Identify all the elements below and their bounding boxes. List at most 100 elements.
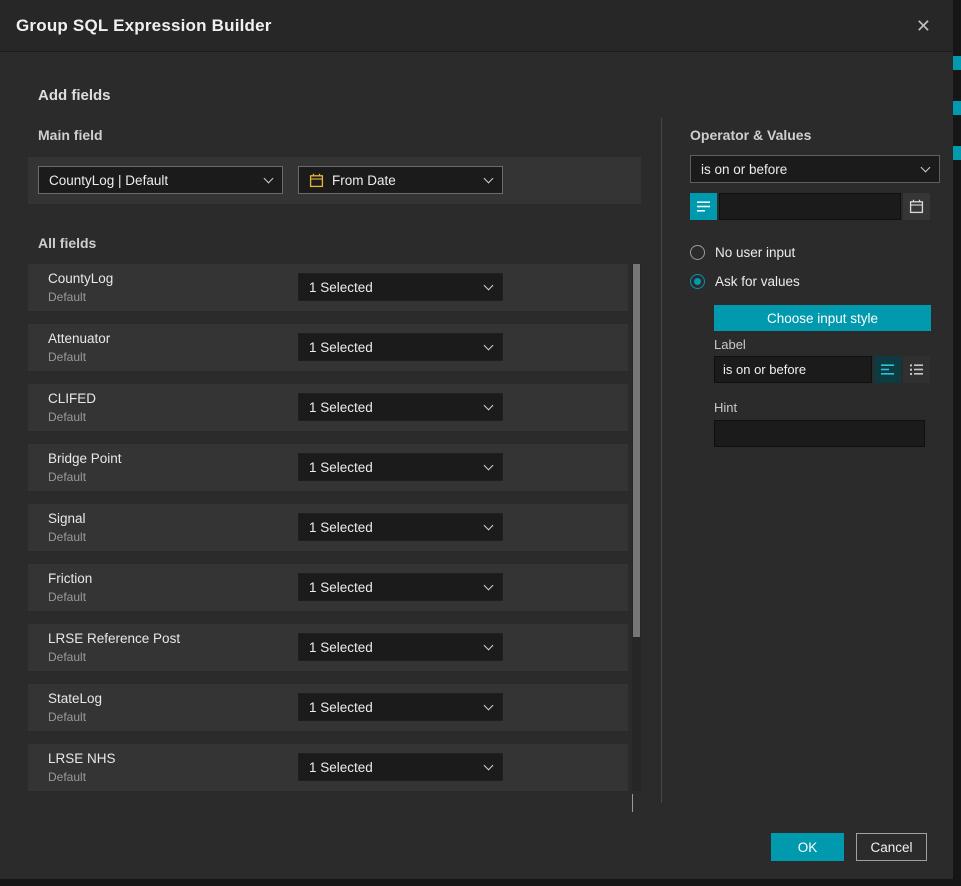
date-picker-button[interactable] bbox=[903, 193, 930, 220]
label-input[interactable] bbox=[714, 356, 872, 383]
dropdown-value: 1 Selected bbox=[309, 460, 373, 475]
operator-values-heading: Operator & Values bbox=[690, 127, 811, 143]
field-row: Friction Default 1 Selected bbox=[28, 564, 628, 611]
field-name: LRSE Reference Post bbox=[48, 631, 180, 646]
field-sublabel: Default bbox=[48, 650, 86, 664]
chevron-down-icon bbox=[921, 162, 931, 172]
field-values-dropdown[interactable]: 1 Selected bbox=[298, 573, 503, 601]
field-name: Attenuator bbox=[48, 331, 110, 346]
field-name: Friction bbox=[48, 571, 92, 586]
radio-selected-icon[interactable] bbox=[690, 274, 705, 289]
dropdown-value: 1 Selected bbox=[309, 760, 373, 775]
scroll-down-icon[interactable] bbox=[632, 794, 642, 804]
ok-button[interactable]: OK bbox=[771, 833, 844, 861]
dialog-title: Group SQL Expression Builder bbox=[16, 16, 272, 36]
hint-caption: Hint bbox=[714, 400, 737, 415]
add-fields-heading: Add fields bbox=[38, 87, 111, 104]
field-name: Signal bbox=[48, 511, 86, 526]
dropdown-value: 1 Selected bbox=[309, 640, 373, 655]
multi-line-input-button[interactable] bbox=[903, 356, 930, 383]
field-sublabel: Default bbox=[48, 770, 86, 784]
field-values-dropdown[interactable]: 1 Selected bbox=[298, 333, 503, 361]
dropdown-value: 1 Selected bbox=[309, 580, 373, 595]
layer-dropdown-value: CountyLog | Default bbox=[49, 173, 168, 188]
chevron-down-icon bbox=[484, 640, 494, 650]
all-fields-list: CountyLog Default 1 Selected Attenuator … bbox=[28, 264, 628, 804]
scrollbar-thumb[interactable] bbox=[633, 264, 640, 637]
operator-dropdown[interactable]: is on or before bbox=[690, 155, 940, 183]
chevron-down-icon bbox=[484, 400, 494, 410]
choose-input-style-button[interactable]: Choose input style bbox=[714, 305, 931, 331]
field-sublabel: Default bbox=[48, 410, 86, 424]
field-row: Bridge Point Default 1 Selected bbox=[28, 444, 628, 491]
chevron-down-icon bbox=[484, 700, 494, 710]
main-field-dropdown[interactable]: From Date bbox=[298, 166, 503, 194]
column-divider bbox=[661, 118, 662, 803]
field-row: LRSE NHS Default 1 Selected bbox=[28, 744, 628, 791]
main-field-label: Main field bbox=[38, 127, 103, 143]
label-input-row bbox=[714, 356, 930, 383]
list-bullets-icon bbox=[909, 363, 924, 376]
chevron-down-icon bbox=[264, 173, 274, 183]
field-row: Signal Default 1 Selected bbox=[28, 504, 628, 551]
calendar-icon bbox=[909, 199, 924, 214]
field-name: Bridge Point bbox=[48, 451, 122, 466]
chevron-down-icon bbox=[484, 580, 494, 590]
operator-dropdown-value: is on or before bbox=[701, 162, 787, 177]
all-fields-label: All fields bbox=[38, 235, 96, 251]
ask-for-values-label: Ask for values bbox=[715, 274, 800, 289]
ask-for-values-option[interactable]: Ask for values bbox=[690, 274, 800, 289]
chevron-down-icon bbox=[484, 340, 494, 350]
field-name: CLIFED bbox=[48, 391, 96, 406]
background-accent-mark bbox=[953, 56, 961, 70]
no-user-input-option[interactable]: No user input bbox=[690, 245, 795, 260]
field-name: LRSE NHS bbox=[48, 751, 116, 766]
dropdown-value: 1 Selected bbox=[309, 340, 373, 355]
value-list-button[interactable] bbox=[690, 193, 717, 220]
chevron-down-icon bbox=[484, 760, 494, 770]
dropdown-value: 1 Selected bbox=[309, 400, 373, 415]
align-left-icon bbox=[880, 363, 895, 376]
field-values-dropdown[interactable]: 1 Selected bbox=[298, 633, 503, 661]
background-app-edge bbox=[953, 0, 961, 886]
list-scrollbar[interactable] bbox=[632, 264, 641, 791]
main-field-dropdown-value: From Date bbox=[332, 173, 396, 188]
list-icon bbox=[696, 200, 711, 213]
radio-unselected-icon[interactable] bbox=[690, 245, 705, 260]
field-row: Attenuator Default 1 Selected bbox=[28, 324, 628, 371]
date-field-icon bbox=[309, 173, 324, 188]
value-input-row bbox=[690, 193, 930, 220]
field-sublabel: Default bbox=[48, 590, 86, 604]
dialog-titlebar: Group SQL Expression Builder ✕ bbox=[0, 0, 953, 52]
single-line-input-button[interactable] bbox=[874, 356, 901, 383]
field-sublabel: Default bbox=[48, 710, 86, 724]
field-values-dropdown[interactable]: 1 Selected bbox=[298, 693, 503, 721]
chevron-down-icon bbox=[484, 520, 494, 530]
field-name: StateLog bbox=[48, 691, 102, 706]
dropdown-value: 1 Selected bbox=[309, 700, 373, 715]
field-sublabel: Default bbox=[48, 530, 86, 544]
chevron-down-icon bbox=[484, 280, 494, 290]
field-row: LRSE Reference Post Default 1 Selected bbox=[28, 624, 628, 671]
cancel-button[interactable]: Cancel bbox=[856, 833, 927, 861]
group-sql-expression-builder-dialog: Group SQL Expression Builder ✕ Add field… bbox=[0, 0, 953, 879]
field-values-dropdown[interactable]: 1 Selected bbox=[298, 453, 503, 481]
main-field-panel: CountyLog | Default From Date bbox=[28, 157, 641, 204]
chevron-down-icon bbox=[484, 173, 494, 183]
layer-dropdown[interactable]: CountyLog | Default bbox=[38, 166, 283, 194]
field-row: CLIFED Default 1 Selected bbox=[28, 384, 628, 431]
field-row: StateLog Default 1 Selected bbox=[28, 684, 628, 731]
close-icon[interactable]: ✕ bbox=[910, 13, 937, 39]
field-values-dropdown[interactable]: 1 Selected bbox=[298, 273, 503, 301]
field-sublabel: Default bbox=[48, 350, 86, 364]
field-row: CountyLog Default 1 Selected bbox=[28, 264, 628, 311]
field-values-dropdown[interactable]: 1 Selected bbox=[298, 753, 503, 781]
field-values-dropdown[interactable]: 1 Selected bbox=[298, 393, 503, 421]
chevron-down-icon bbox=[484, 460, 494, 470]
hint-input[interactable] bbox=[714, 420, 925, 447]
field-values-dropdown[interactable]: 1 Selected bbox=[298, 513, 503, 541]
no-user-input-label: No user input bbox=[715, 245, 795, 260]
value-input[interactable] bbox=[719, 193, 901, 220]
background-accent-mark bbox=[953, 146, 961, 160]
dropdown-value: 1 Selected bbox=[309, 280, 373, 295]
